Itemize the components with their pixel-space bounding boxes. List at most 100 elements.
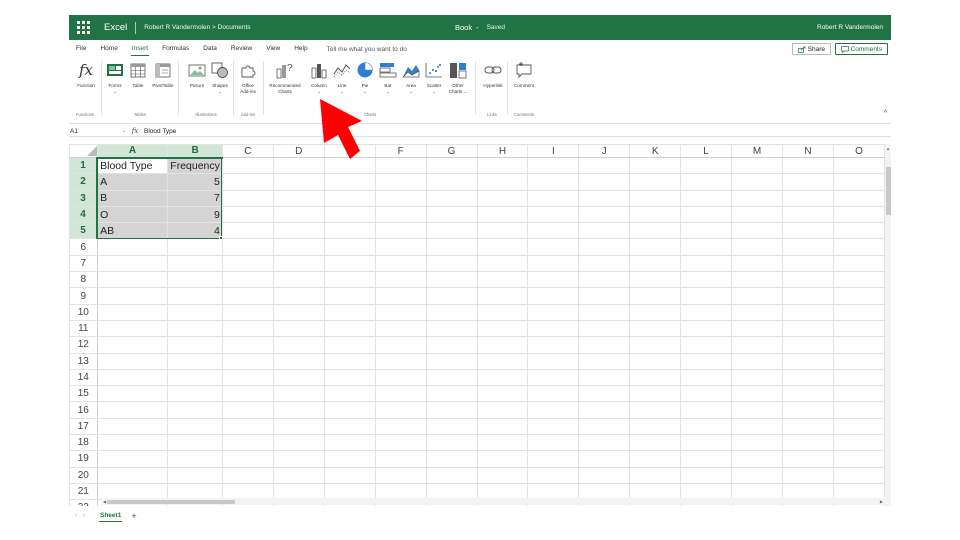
cell-g17[interactable] [425, 417, 478, 436]
cell-c19[interactable] [221, 450, 274, 468]
cell-e15[interactable] [323, 385, 376, 403]
cell-n19[interactable] [782, 450, 834, 468]
cell-o9[interactable] [832, 287, 885, 305]
column-header-e[interactable]: E [323, 144, 376, 158]
row-header-12[interactable]: 12 [69, 336, 98, 354]
tab-file[interactable]: File [69, 42, 93, 56]
cell-b1[interactable]: Frequency [167, 156, 223, 175]
cell-j18[interactable] [578, 434, 631, 452]
cell-h5[interactable] [476, 222, 529, 240]
cell-e17[interactable] [323, 417, 376, 436]
previous-sheet-icon[interactable]: ‹ [75, 513, 77, 519]
row-header-10[interactable]: 10 [69, 303, 98, 321]
cell-m14[interactable] [731, 368, 783, 387]
fx-icon[interactable]: fx [129, 127, 141, 135]
comments-button[interactable]: Comments [834, 43, 888, 55]
cell-f20[interactable] [374, 466, 427, 484]
cell-n18[interactable] [782, 434, 834, 452]
cell-h14[interactable] [476, 368, 529, 387]
cell-f3[interactable] [374, 189, 427, 207]
row-header-14[interactable]: 14 [69, 368, 98, 387]
cell-j20[interactable] [578, 466, 631, 484]
cell-b18[interactable] [167, 434, 223, 452]
cell-f2[interactable] [374, 173, 427, 191]
cell-b13[interactable] [167, 352, 223, 370]
cell-n10[interactable] [782, 303, 834, 321]
cell-e19[interactable] [323, 450, 376, 468]
cell-g1[interactable] [425, 156, 478, 175]
cell-i8[interactable] [527, 271, 580, 289]
cell-d17[interactable] [272, 417, 325, 436]
cell-n4[interactable] [782, 205, 834, 224]
insert-comment-button[interactable]: Comment [510, 57, 538, 89]
cell-l13[interactable] [680, 352, 733, 370]
cell-d4[interactable] [272, 205, 325, 224]
cell-h11[interactable] [476, 319, 529, 338]
cell-n11[interactable] [782, 319, 834, 338]
chevron-down-icon[interactable]: ⌄ [122, 126, 126, 137]
cell-d13[interactable] [272, 352, 325, 370]
cell-j5[interactable] [578, 222, 631, 240]
cell-b17[interactable] [167, 417, 223, 436]
cell-l11[interactable] [680, 319, 733, 338]
column-header-k[interactable]: K [629, 144, 682, 158]
cell-e7[interactable] [323, 254, 376, 273]
cell-o10[interactable] [832, 303, 885, 321]
cell-b6[interactable] [167, 238, 223, 256]
cell-d2[interactable] [272, 173, 325, 191]
hyperlink-button[interactable]: Hyperlink [479, 57, 507, 89]
cell-a19[interactable] [96, 450, 169, 468]
cell-k6[interactable] [629, 238, 682, 256]
cell-l17[interactable] [680, 417, 733, 436]
row-header-11[interactable]: 11 [69, 319, 98, 338]
cell-e12[interactable] [323, 336, 376, 354]
cell-h1[interactable] [476, 156, 529, 175]
cell-b12[interactable] [167, 336, 223, 354]
cell-n7[interactable] [782, 254, 834, 273]
cell-m18[interactable] [731, 434, 783, 452]
cell-b7[interactable] [167, 254, 223, 273]
cell-o1[interactable] [832, 156, 885, 175]
cell-e3[interactable] [323, 189, 376, 207]
cell-f9[interactable] [374, 287, 427, 305]
cell-g15[interactable] [425, 385, 478, 403]
cell-c14[interactable] [221, 368, 274, 387]
cell-h9[interactable] [476, 287, 529, 305]
tab-insert[interactable]: Insert [125, 42, 155, 56]
row-header-5[interactable]: 5 [69, 222, 99, 240]
cell-d5[interactable] [272, 222, 325, 240]
cell-k18[interactable] [629, 434, 682, 452]
cell-m15[interactable] [731, 385, 783, 403]
cell-c15[interactable] [221, 385, 274, 403]
cell-m13[interactable] [731, 352, 783, 370]
cell-h19[interactable] [476, 450, 529, 468]
cell-a7[interactable] [96, 254, 169, 273]
cell-c4[interactable] [221, 205, 274, 224]
cell-m8[interactable] [731, 271, 783, 289]
cell-j7[interactable] [578, 254, 631, 273]
column-header-a[interactable]: A [96, 144, 169, 159]
column-header-i[interactable]: I [527, 144, 580, 158]
cell-g7[interactable] [425, 254, 478, 273]
cell-c12[interactable] [221, 336, 274, 354]
row-header-2[interactable]: 2 [69, 173, 99, 191]
row-header-17[interactable]: 17 [69, 417, 98, 436]
cell-g6[interactable] [425, 238, 478, 256]
row-header-21[interactable]: 21 [69, 482, 98, 501]
cell-o14[interactable] [832, 368, 885, 387]
cell-f16[interactable] [374, 401, 427, 419]
cell-i7[interactable] [527, 254, 580, 273]
cell-c5[interactable] [221, 222, 274, 240]
cell-k2[interactable] [629, 173, 682, 191]
name-box[interactable]: A1 ⌄ [69, 126, 129, 137]
cell-b11[interactable] [167, 319, 223, 338]
cell-h10[interactable] [476, 303, 529, 321]
cell-i18[interactable] [527, 434, 580, 452]
cell-n15[interactable] [782, 385, 834, 403]
cell-j9[interactable] [578, 287, 631, 305]
cell-l6[interactable] [680, 238, 733, 256]
cell-e10[interactable] [323, 303, 376, 321]
cell-f5[interactable] [374, 222, 427, 240]
cell-h12[interactable] [476, 336, 529, 354]
cell-g5[interactable] [425, 222, 478, 240]
